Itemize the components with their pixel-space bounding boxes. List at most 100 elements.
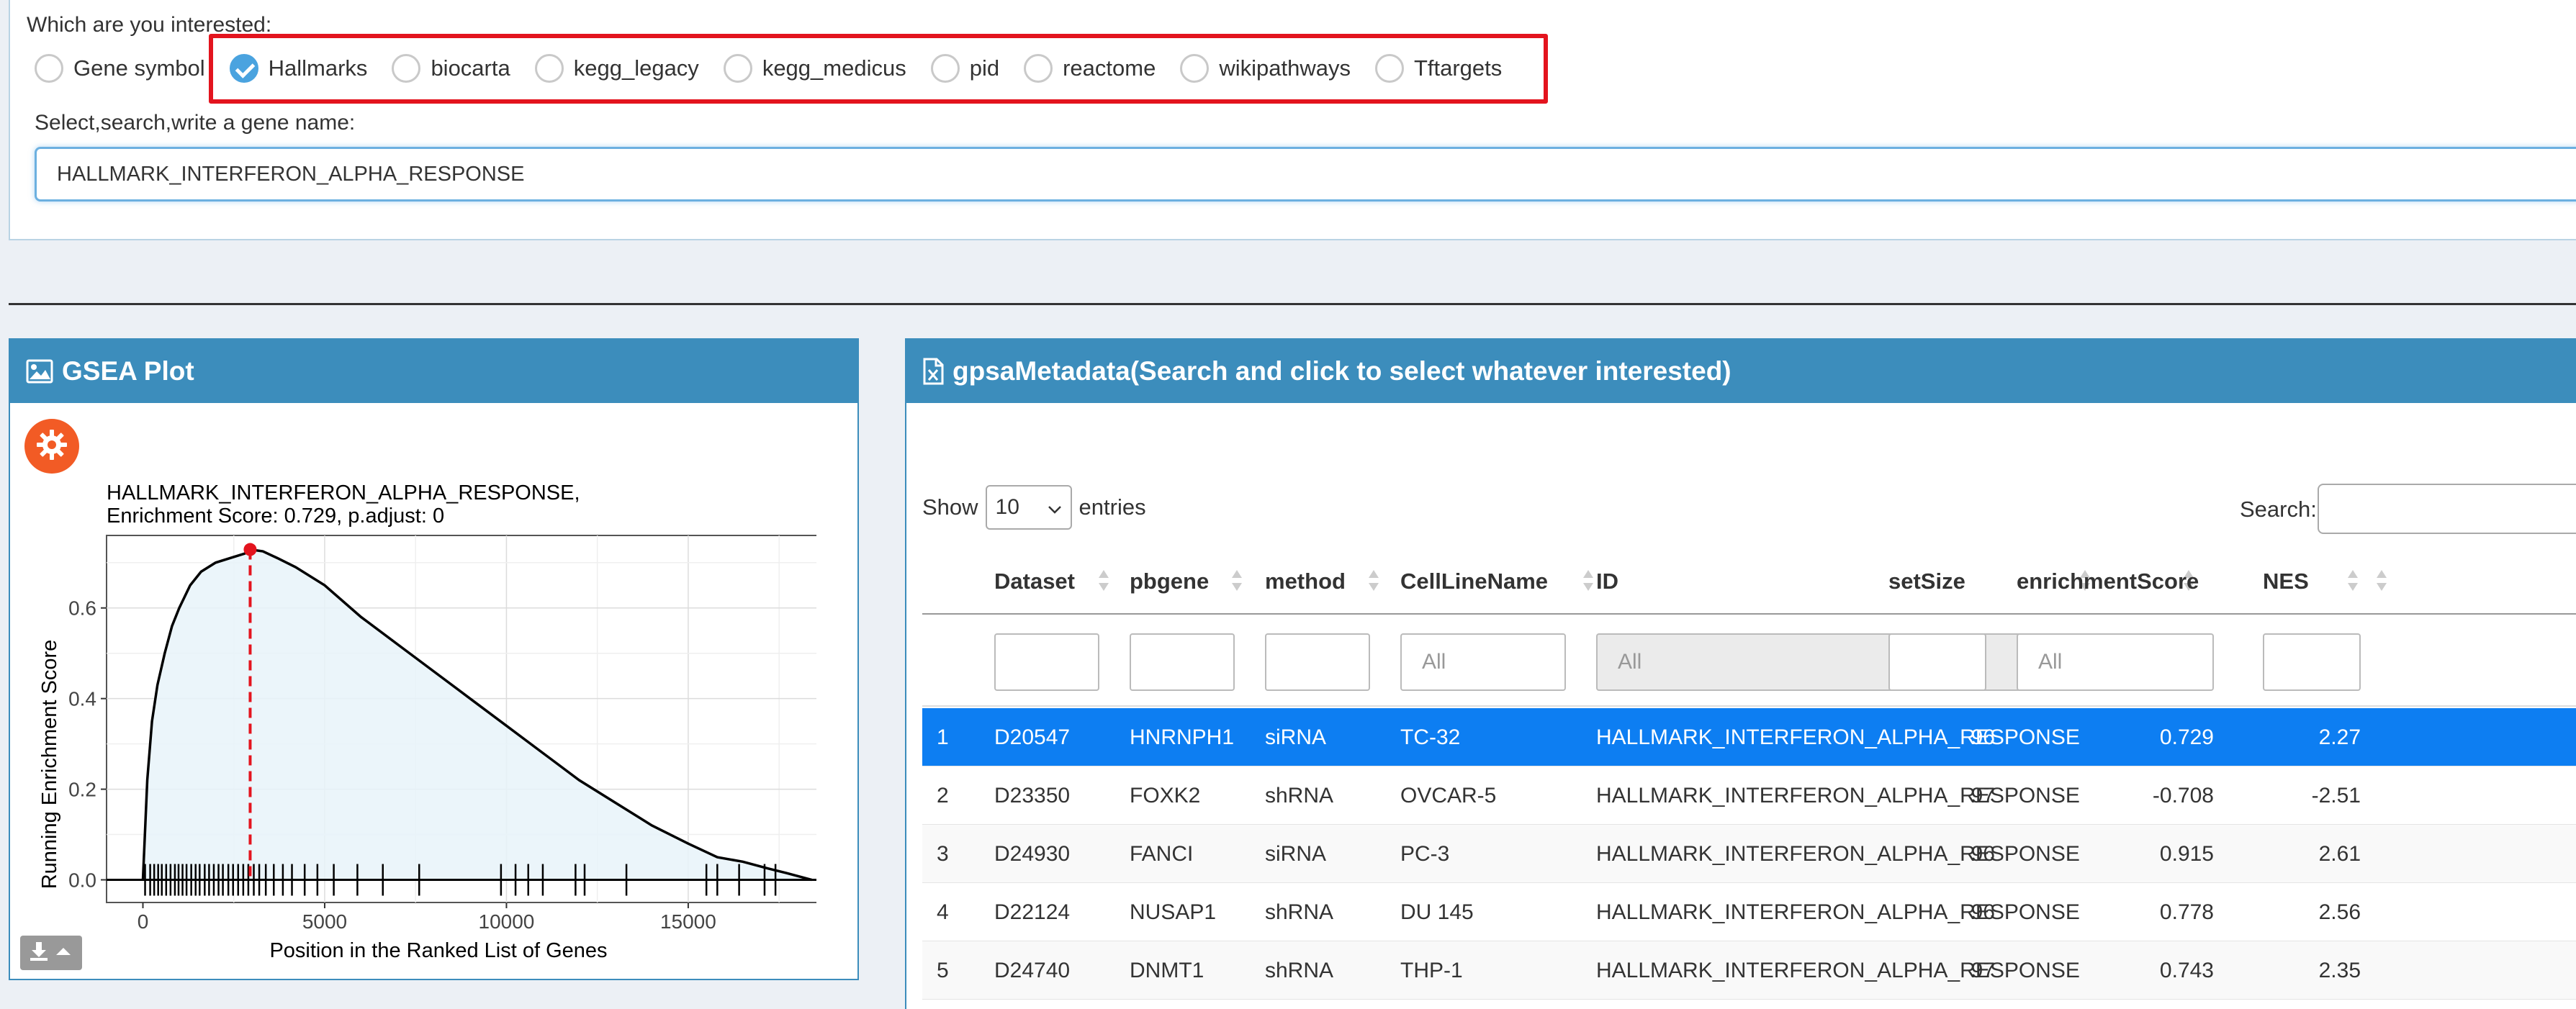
metadata-panel-header: gpsaMetadata(Search and click to select … — [906, 340, 2576, 403]
download-icon — [29, 941, 73, 966]
table-row[interactable]: 2 D23350 FOXK2 shRNA OVCAR-5 HALLMARK_INTERFE… — [922, 766, 2576, 825]
table-header-row: Dataset pbgene method CellLineName ID setSize… — [922, 548, 2576, 615]
chevron-down-icon — [1048, 495, 1062, 520]
sort-icon[interactable] — [2377, 570, 2387, 593]
y-axis-label: Running Enrichment Score — [38, 640, 61, 890]
table-row[interactable]: 5 D24740 DNMT1 shRNA THP-1 HALLMARK_INTERFERO… — [922, 941, 2576, 1000]
cell-celllinename: DU 145 — [1400, 900, 1474, 924]
x-tick-label: 10000 — [479, 910, 535, 933]
column-header-pbgene[interactable]: pbgene — [1130, 548, 1209, 615]
cell-celllinename: PC-3 — [1400, 842, 1450, 866]
cell-method: siRNA — [1265, 842, 1327, 866]
cell-celllinename: OVCAR-5 — [1400, 784, 1497, 807]
sort-icon[interactable] — [1583, 570, 1593, 593]
y-tick-label: 0.4 — [68, 688, 96, 710]
y-tick-label: 0.0 — [68, 869, 96, 892]
filter-input-nes[interactable] — [2263, 633, 2361, 691]
cell-n: 3 — [937, 842, 949, 866]
column-header-enrichmentscore[interactable]: enrichmentScore — [2017, 548, 2199, 615]
cell-pbgene: NUSAP1 — [1130, 900, 1217, 924]
cell-setsize: 96 — [1971, 842, 1995, 866]
table-row[interactable]: 4 D22124 NUSAP1 shRNA DU 145 HALLMARK_INTERFE… — [922, 883, 2576, 941]
cell-setsize: 96 — [1971, 725, 1995, 749]
cell-n: 1 — [937, 725, 949, 749]
gsea-panel-header: GSEA Plot — [10, 340, 857, 403]
cell-n: 4 — [937, 900, 949, 924]
entries-value: 10 — [995, 495, 1019, 519]
entries-select[interactable]: 10 — [985, 485, 1072, 530]
gene-set-selector-box: Which are you interested: Gene symbol Hal… — [9, 0, 2576, 240]
cell-setsize: 97 — [1971, 959, 1995, 982]
cell-method: shRNA — [1265, 959, 1334, 982]
column-header-id[interactable]: ID — [1596, 548, 1618, 615]
entries-label: entries — [1078, 494, 1146, 520]
cell-nes: -2.51 — [2311, 784, 2361, 807]
sort-icon[interactable] — [1369, 570, 1379, 593]
chart-title: HALLMARK_INTERFERON_ALPHA_RESPONSE, — [107, 481, 580, 504]
download-plot-button[interactable] — [20, 936, 82, 970]
cell-dataset: D20547 — [994, 725, 1071, 749]
x-tick-label: 15000 — [660, 910, 716, 933]
table-row[interactable]: 3 D24930 FANCI siRNA PC-3 HALLMARK_INTERFERON… — [922, 825, 2576, 883]
cell-dataset: D24740 — [994, 959, 1071, 982]
gene-name-input[interactable]: HALLMARK_INTERFERON_ALPHA_RESPONSE — [35, 147, 2576, 202]
cell-id: HALLMARK_INTERFERON_ALPHA_RESPONSE — [1596, 959, 2080, 982]
filter-input-pbgene[interactable] — [1130, 633, 1235, 691]
cell-n: 2 — [937, 784, 949, 807]
metadata-panel: gpsaMetadata(Search and click to select … — [905, 338, 2576, 1009]
cell-nes: 2.61 — [2318, 842, 2361, 866]
peak-point — [243, 543, 257, 556]
cell-nes: 2.27 — [2318, 725, 2361, 749]
cell-method: shRNA — [1265, 784, 1334, 807]
plot-settings-button[interactable] — [24, 419, 79, 474]
cell-enrichmentscore: -0.708 — [2152, 784, 2214, 807]
filter-input-celllinename[interactable]: All — [1400, 633, 1566, 691]
filter-input-setsize[interactable] — [1888, 633, 1986, 691]
x-tick-label: 5000 — [302, 910, 347, 933]
metadata-panel-title: gpsaMetadata(Search and click to select … — [953, 356, 1731, 386]
sort-icon[interactable] — [1099, 570, 1109, 593]
table-filter-row: All All All — [922, 615, 2576, 707]
column-header-dataset[interactable]: Dataset — [994, 548, 1075, 615]
cell-enrichmentscore: 0.778 — [2159, 900, 2214, 924]
y-tick-label: 0.2 — [68, 779, 96, 801]
filter-input-method[interactable] — [1265, 633, 1370, 691]
cell-nes: 2.35 — [2318, 959, 2361, 982]
sort-icon[interactable] — [1232, 570, 1242, 593]
cell-celllinename: THP-1 — [1400, 959, 1463, 982]
filter-input-enrichmentscore[interactable]: All — [2017, 633, 2214, 691]
search-input[interactable] — [2318, 484, 2576, 534]
column-header-method[interactable]: method — [1265, 548, 1346, 615]
divider — [9, 303, 2576, 305]
cell-dataset: D24930 — [994, 842, 1071, 866]
cell-setsize: 97 — [1971, 784, 1995, 807]
search-label: Search: — [2240, 497, 2317, 522]
x-axis-label: Position in the Ranked List of Genes — [269, 939, 607, 962]
radio-label: Gene symbol — [73, 55, 205, 81]
cell-pbgene: DNMT1 — [1130, 959, 1204, 982]
filter-input-id[interactable]: All — [1596, 633, 2057, 691]
cell-id: HALLMARK_INTERFERON_ALPHA_RESPONSE — [1596, 784, 2080, 807]
cell-enrichmentscore: 0.743 — [2159, 959, 2214, 982]
filter-input-dataset[interactable] — [994, 633, 1099, 691]
radio-option-gene-symbol[interactable]: Gene symbol — [35, 54, 205, 83]
cell-id: HALLMARK_INTERFERON_ALPHA_RESPONSE — [1596, 725, 2080, 749]
radio-unchecked-icon[interactable] — [35, 54, 63, 83]
cell-enrichmentscore: 0.915 — [2159, 842, 2214, 866]
column-header-celllinename[interactable]: CellLineName — [1400, 548, 1548, 615]
x-tick-label: 0 — [138, 910, 149, 933]
column-header-nes[interactable]: NES — [2263, 548, 2309, 615]
column-header-setsize[interactable]: setSize — [1888, 548, 1965, 615]
cell-method: siRNA — [1265, 725, 1327, 749]
cell-nes: 2.56 — [2318, 900, 2361, 924]
cell-n: 5 — [937, 959, 949, 982]
highlight-box — [209, 34, 1548, 104]
entries-length-control: Show 10 entries — [922, 485, 1146, 530]
table-row[interactable]: 1 D20547 HNRNPH1 siRNA TC-32 HALLMARK_INTERFE… — [922, 708, 2576, 766]
show-label: Show — [922, 494, 978, 520]
chart-subtitle: Enrichment Score: 0.729, p.adjust: 0 — [107, 504, 444, 528]
sort-icon[interactable] — [2348, 570, 2358, 593]
cell-celllinename: TC-32 — [1400, 725, 1461, 749]
cell-enrichmentscore: 0.729 — [2159, 725, 2214, 749]
file-excel-icon — [922, 358, 944, 385]
